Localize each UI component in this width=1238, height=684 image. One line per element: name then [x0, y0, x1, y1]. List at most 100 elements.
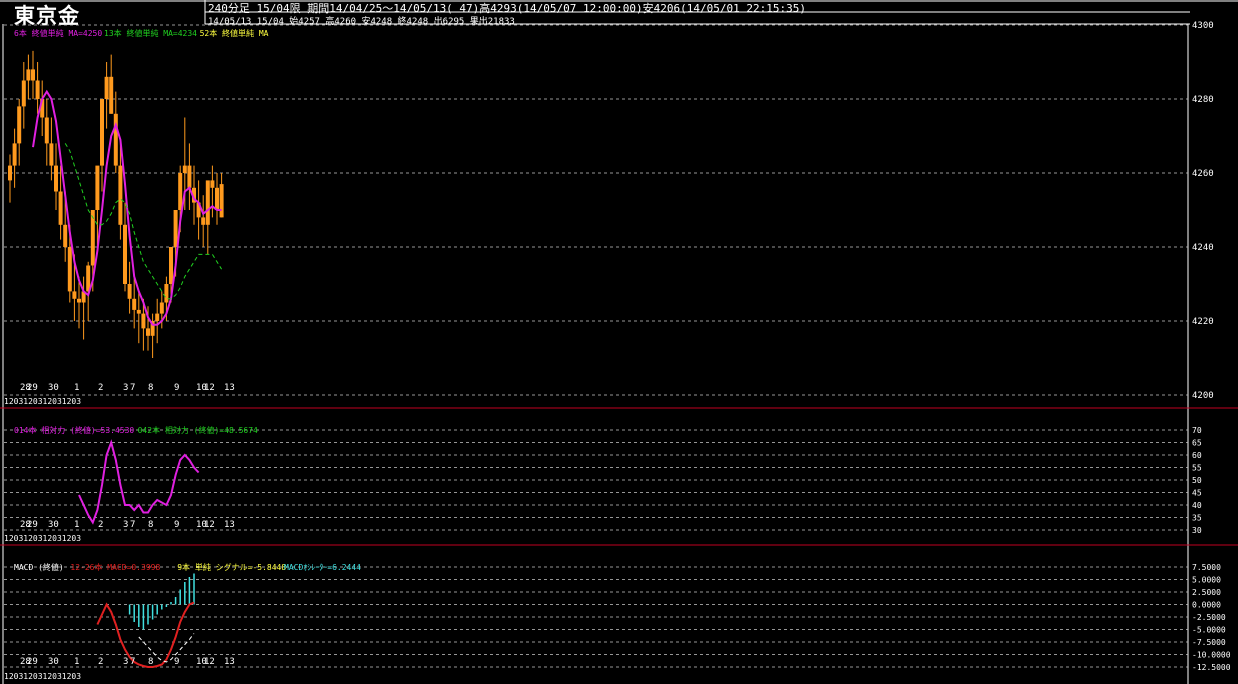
candle-body	[118, 165, 123, 225]
x-tick-label: 8	[148, 657, 153, 667]
candle-body	[215, 187, 219, 210]
y-tick-label: 4220	[1192, 317, 1214, 327]
x-tick-label: 9	[174, 383, 179, 393]
candle-body	[127, 284, 132, 299]
x-tick-label: 3	[123, 657, 128, 667]
y-tick-label: 2.5000	[1192, 588, 1221, 597]
legend-entry: 9本 単純 シグナル=-5.8448	[177, 562, 286, 572]
y-tick-label: 5.0000	[1192, 576, 1221, 585]
y-tick-label: -5.0000	[1192, 626, 1226, 635]
y-tick-label: 4280	[1192, 95, 1214, 105]
macd-line	[96, 601, 195, 668]
x-tick-label: 3	[123, 383, 128, 393]
y-tick-label: 35	[1192, 514, 1202, 523]
candle-body	[141, 313, 146, 329]
candle-body	[173, 210, 178, 247]
x-tick-label: 7	[130, 520, 135, 530]
x-tick-label: 12	[204, 657, 215, 667]
y-tick-label: 65	[1192, 439, 1202, 448]
x-tick-label: 12	[204, 383, 215, 393]
y-tick-label: 30	[1192, 526, 1202, 535]
y-tick-label: 60	[1192, 451, 1202, 460]
x-tick-label: 9	[174, 657, 179, 667]
y-tick-label: 4200	[1192, 391, 1214, 401]
x-tick-label: 7	[130, 383, 135, 393]
candle-body	[155, 313, 160, 321]
candle-body	[178, 173, 183, 210]
x-tick-label: 1	[74, 520, 79, 530]
y-tick-label: -12.5000	[1192, 663, 1231, 672]
x-time-row: 12​0​3​12​0​3​12​0​3​12​0​3	[4, 534, 81, 543]
x-tick-label: 2	[98, 657, 103, 667]
y-tick-label: 7.5000	[1192, 563, 1221, 572]
candle-body	[210, 180, 215, 188]
legend-entry: MACD (終値)	[14, 562, 64, 572]
candle-body	[31, 69, 35, 81]
candle-body	[104, 76, 109, 99]
candle-body	[219, 184, 224, 218]
y-tick-label: 0.0000	[1192, 601, 1221, 610]
legend-entry: MACDｵｼﾚｰﾀｰ=6.2444	[284, 563, 361, 572]
y-tick-label: 4300	[1192, 21, 1214, 31]
candle-body	[187, 165, 192, 188]
y-tick-label: 45	[1192, 489, 1202, 498]
x-tick-label: 29	[27, 520, 38, 530]
y-tick-label: 40	[1192, 501, 1202, 510]
candle-body	[17, 106, 22, 144]
candle-body	[169, 247, 173, 284]
legend-entry: 12-26本 MACD=0.3998	[70, 562, 160, 572]
x-tick-label: 12	[204, 520, 215, 530]
candle-body	[77, 298, 81, 303]
x-tick-label: 9	[174, 520, 179, 530]
candle-body	[164, 284, 169, 303]
candle-body	[49, 143, 54, 166]
legend-entry: 13本 終値単純 MA=4234	[104, 28, 197, 38]
candle-body	[113, 113, 118, 166]
y-tick-label: 4240	[1192, 243, 1214, 253]
candle-body	[205, 180, 210, 225]
x-tick-label: 30	[48, 657, 59, 667]
x-tick-label: 1	[74, 657, 79, 667]
candle-body	[95, 165, 100, 210]
legend-entry: 52本 終値単純 MA	[200, 28, 269, 38]
candle-body	[26, 69, 31, 81]
legend-entry: 014本 相対力 (終値)=53.4530	[14, 425, 134, 435]
x-tick-label: 13	[224, 520, 235, 530]
x-tick-label: 2	[98, 520, 103, 530]
y-tick-label: -2.5000	[1192, 613, 1226, 622]
x-tick-label: 30	[48, 383, 59, 393]
y-tick-label: 50	[1192, 476, 1202, 485]
candle-body	[63, 224, 68, 247]
x-tick-label: 13	[224, 657, 235, 667]
candle-body	[136, 309, 141, 314]
candle-body	[109, 76, 114, 114]
x-tick-label: 8	[148, 520, 153, 530]
x-tick-label: 3	[123, 520, 128, 530]
legend-entry: 042本 相対力 (終値)=48.5674	[138, 425, 258, 435]
candle-body	[35, 80, 40, 99]
x-tick-label: 7	[130, 657, 135, 667]
y-tick-label: -7.5000	[1192, 638, 1226, 647]
candle-body	[67, 247, 72, 292]
candle-body	[159, 302, 164, 314]
candle-body	[182, 165, 187, 173]
x-tick-label: 8	[148, 383, 153, 393]
x-tick-label: 30	[48, 520, 59, 530]
candle-body	[132, 298, 137, 310]
y-tick-label: 70	[1192, 426, 1202, 435]
x-tick-label: 2	[98, 383, 103, 393]
x-tick-label: 13	[224, 383, 235, 393]
rsi-line	[78, 439, 200, 525]
candle-body	[72, 291, 77, 299]
x-tick-label: 1	[74, 383, 79, 393]
x-time-row: 12​0​3​12​0​3​12​0​3​12​0​3	[4, 397, 81, 406]
candle-body	[54, 165, 58, 192]
candle-body	[123, 224, 127, 284]
y-tick-label: 55	[1192, 464, 1202, 473]
candle-body	[100, 99, 104, 166]
legend-entry: 6本 終値単純 MA=4250	[14, 28, 102, 38]
x-tick-label: 29	[27, 383, 38, 393]
candle-body	[44, 117, 49, 144]
candle-body	[146, 328, 150, 336]
candle-body	[21, 80, 26, 107]
